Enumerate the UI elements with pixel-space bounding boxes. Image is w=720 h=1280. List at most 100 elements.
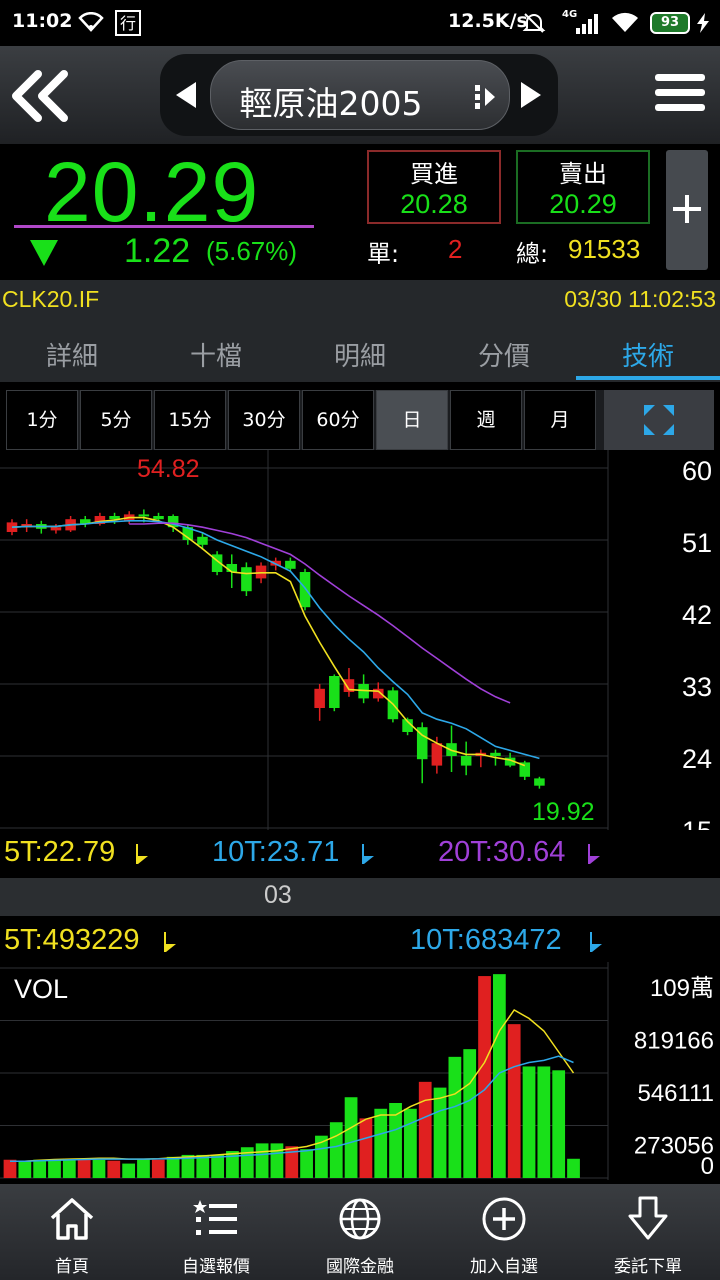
low-label: 19.92 bbox=[532, 798, 595, 826]
buy-price: 20.28 bbox=[400, 189, 468, 219]
period-month[interactable]: 月 bbox=[524, 390, 596, 450]
price-change: 1.22 bbox=[124, 232, 191, 270]
tab-ten-levels[interactable]: 十檔 bbox=[144, 318, 288, 382]
volume-ma-legend: 5T:493229 10T:683472 bbox=[0, 918, 720, 966]
candle-body bbox=[241, 567, 252, 592]
price-tick-label: 51 bbox=[682, 528, 712, 558]
home-icon bbox=[50, 1198, 94, 1240]
ma10-value: 10T:23.71 bbox=[212, 836, 340, 868]
back-icon[interactable] bbox=[8, 68, 78, 124]
volume-bar bbox=[300, 1149, 313, 1178]
volume-bar bbox=[270, 1143, 284, 1178]
period-60min[interactable]: 60分 bbox=[302, 390, 374, 450]
nav-international-label: 國際金融 bbox=[326, 1257, 394, 1277]
price-axis: 60 51 42 33 24 15 bbox=[682, 456, 712, 830]
period-30min[interactable]: 30分 bbox=[228, 390, 300, 450]
volume-bar bbox=[137, 1158, 150, 1178]
candle-body bbox=[314, 688, 325, 708]
ma20-trend-icon bbox=[588, 844, 600, 864]
ma10-trend-icon bbox=[362, 844, 374, 864]
volume-bar bbox=[418, 1081, 432, 1178]
sell-button[interactable]: 賣出 20.29 bbox=[516, 150, 650, 224]
vol-ma10-trend-icon bbox=[590, 932, 602, 952]
previous-symbol-icon[interactable] bbox=[172, 80, 202, 110]
volume-title: VOL bbox=[14, 974, 68, 1004]
fullscreen-icon bbox=[644, 405, 674, 435]
status-bar: 11:02 行 12.5K/s 4G 93 bbox=[0, 0, 720, 46]
mute-icon bbox=[522, 13, 546, 33]
volume-bar bbox=[226, 1151, 239, 1178]
period-15min[interactable]: 15分 bbox=[154, 390, 226, 450]
symbol-title: 輕原油2005 bbox=[239, 84, 423, 123]
volume-bar bbox=[48, 1159, 61, 1178]
nav-order[interactable]: 委託下單 bbox=[576, 1184, 720, 1280]
period-1min[interactable]: 1分 bbox=[6, 390, 78, 450]
nav-watchlist-label: 自選報價 bbox=[182, 1257, 250, 1277]
volume-bar bbox=[433, 1087, 447, 1178]
symbol-title-button[interactable]: 輕原油2005 bbox=[210, 60, 510, 130]
volume-bar bbox=[92, 1159, 106, 1178]
vol-ma5-value: 5T:493229 bbox=[4, 924, 140, 956]
candle-body bbox=[299, 572, 311, 608]
nav-watchlist[interactable]: 自選報價 bbox=[144, 1184, 288, 1280]
price-tick-label: 60 bbox=[682, 456, 712, 486]
candle-body bbox=[153, 516, 164, 520]
vol-ma10-value: 10T:683472 bbox=[410, 924, 562, 956]
candle-body bbox=[285, 560, 296, 569]
period-week[interactable]: 週 bbox=[450, 390, 522, 450]
unit-volume: 2 bbox=[448, 234, 463, 264]
volume-bar bbox=[359, 1118, 373, 1178]
down-arrow-icon bbox=[30, 240, 58, 266]
tab-technical[interactable]: 技術 bbox=[576, 318, 720, 382]
nav-add-watchlist[interactable]: 加入自選 bbox=[432, 1184, 576, 1280]
volume-bar bbox=[18, 1160, 32, 1178]
watchlist-icon bbox=[193, 1200, 237, 1235]
volume-tick-label: 0 bbox=[701, 1153, 714, 1180]
buy-button[interactable]: 買進 20.28 bbox=[367, 150, 501, 224]
drag-handle-icon[interactable] bbox=[473, 83, 497, 111]
fullscreen-button[interactable] bbox=[604, 390, 714, 450]
volume-tick-label: 546111 bbox=[637, 1080, 714, 1107]
next-symbol-icon[interactable] bbox=[515, 80, 545, 110]
candle-body bbox=[490, 752, 501, 756]
volume-bar bbox=[255, 1143, 269, 1178]
nav-international[interactable]: 國際金融 bbox=[288, 1184, 432, 1280]
unit-volume-label: 單: bbox=[367, 240, 400, 268]
total-volume-label: 總: bbox=[516, 240, 549, 268]
quote-datetime: 03/30 11:02:53 bbox=[564, 286, 716, 312]
candle-body bbox=[50, 527, 62, 531]
volume-bar bbox=[374, 1108, 388, 1178]
volume-chart[interactable]: 109萬8191665461112730560 VOL bbox=[0, 962, 720, 1180]
nav-home-label: 首頁 bbox=[55, 1257, 89, 1277]
volume-bar bbox=[107, 1160, 121, 1178]
network-speed: 12.5K/s bbox=[448, 10, 528, 32]
ma20-value: 20T:30.64 bbox=[438, 836, 566, 868]
price-underline bbox=[14, 225, 314, 228]
volume-bar bbox=[3, 1159, 17, 1178]
order-icon bbox=[628, 1196, 668, 1240]
menu-icon[interactable] bbox=[655, 74, 705, 120]
period-day[interactable]: 日 bbox=[376, 390, 448, 450]
price-tick-label: 24 bbox=[682, 744, 712, 774]
volume-tick-label: 109萬 bbox=[650, 975, 714, 1002]
volume-bar bbox=[151, 1159, 165, 1178]
price-tick-label: 15 bbox=[682, 816, 712, 830]
bottom-nav: 首頁 自選報價 國際金融 加入自選 委託下單 bbox=[0, 1184, 720, 1280]
svg-text:行: 行 bbox=[120, 14, 136, 33]
tab-detail[interactable]: 詳細 bbox=[0, 318, 144, 382]
ma5-trend-icon bbox=[136, 844, 148, 864]
period-5min[interactable]: 5分 bbox=[80, 390, 152, 450]
candle-body bbox=[329, 676, 340, 708]
expand-quote-button[interactable] bbox=[666, 150, 708, 270]
app-notification-icon: 行 bbox=[115, 10, 141, 36]
nav-add-watchlist-label: 加入自選 bbox=[470, 1257, 538, 1277]
date-marker: 03 bbox=[264, 881, 292, 909]
charging-icon bbox=[697, 13, 709, 33]
nav-home[interactable]: 首頁 bbox=[0, 1184, 144, 1280]
tab-ticks[interactable]: 明細 bbox=[288, 318, 432, 382]
price-change-percent: (5.67%) bbox=[206, 236, 298, 266]
tab-price-volume[interactable]: 分價 bbox=[432, 318, 576, 382]
volume-bar bbox=[329, 1122, 343, 1178]
price-chart[interactable]: 60 51 42 33 24 15 54.82 19.92 bbox=[0, 450, 720, 830]
volume-bar bbox=[166, 1156, 180, 1178]
